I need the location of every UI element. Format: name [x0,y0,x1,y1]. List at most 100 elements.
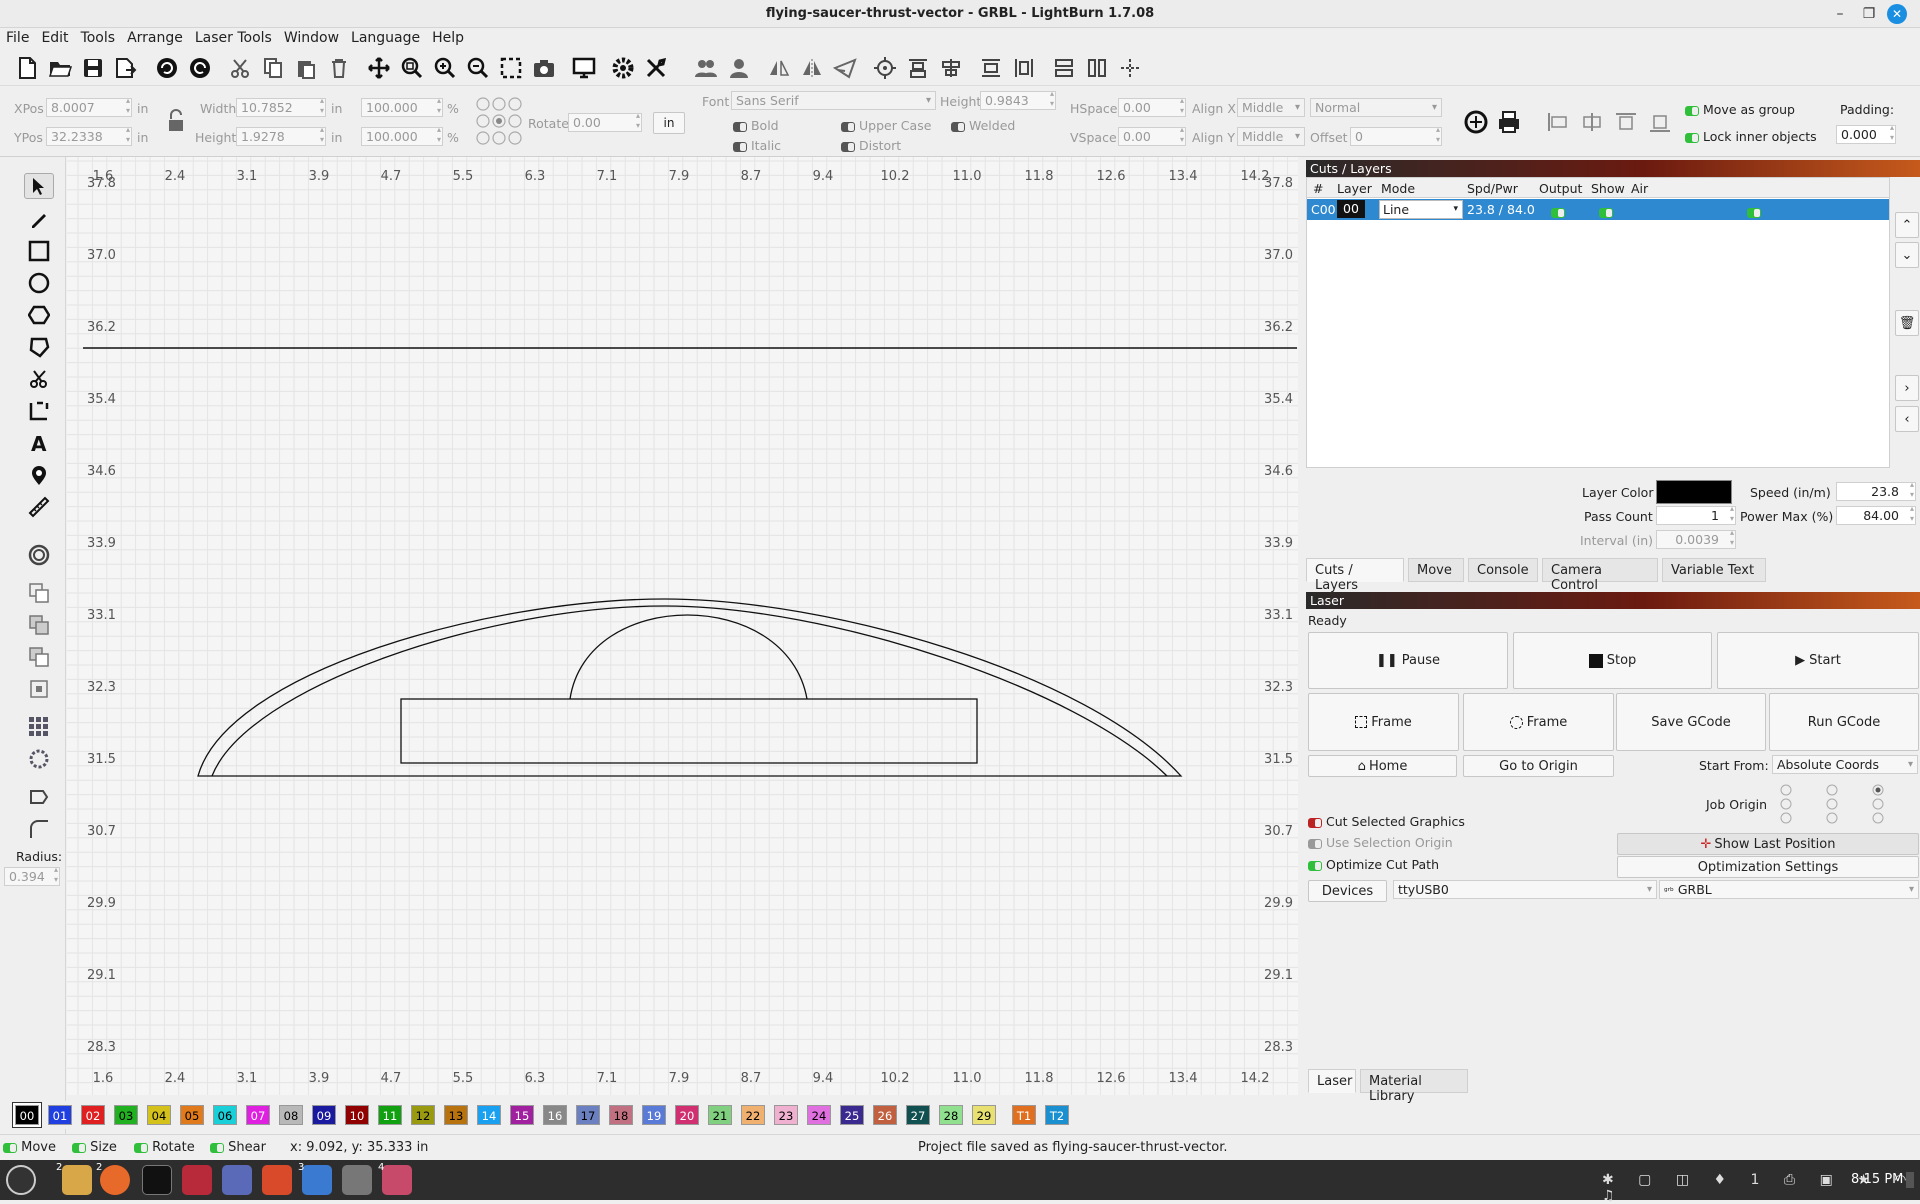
menu-laser-tools[interactable]: Laser Tools [189,28,278,46]
menu-tools[interactable]: Tools [75,28,122,46]
scale-width-input[interactable]: 100.000 [361,96,443,117]
draw-line-icon[interactable] [24,206,54,232]
palette-swatch-T1[interactable]: T1 [1012,1105,1036,1125]
mirror-icon[interactable] [798,54,826,82]
save-icon[interactable] [79,54,107,82]
copy-icon[interactable] [259,54,287,82]
palette-swatch-28[interactable]: 28 [939,1105,963,1125]
italic-toggle[interactable]: Italic [733,138,781,153]
align-bottom-icon[interactable] [1648,111,1672,136]
palette-swatch-01[interactable]: 01 [48,1105,72,1125]
port-select[interactable]: ttyUSB0 [1393,880,1657,899]
send-to-laser-icon[interactable] [831,54,859,82]
layer-delete-button[interactable]: 🗑 [1895,310,1919,336]
image-viewer-icon[interactable] [382,1165,412,1195]
offset-shapes-icon[interactable] [24,542,54,568]
distort-toggle[interactable]: Distort [841,138,901,153]
boolean-intersect-icon[interactable] [24,676,54,702]
welded-toggle[interactable]: Welded [951,118,1015,133]
stop-button[interactable]: Stop [1513,632,1712,689]
size-equal-height-icon[interactable] [1083,54,1111,82]
menu-file[interactable]: File [0,28,35,46]
ypos-input[interactable]: 32.2338 [46,125,132,146]
fillet-icon[interactable] [24,816,54,842]
reset-rotation-icon[interactable] [1463,109,1489,138]
vspace-input[interactable]: 0.00 [1118,125,1186,146]
palette-swatch-24[interactable]: 24 [807,1105,831,1125]
tab-console[interactable]: Console [1468,558,1538,582]
palette-swatch-23[interactable]: 23 [774,1105,798,1125]
row-mode-select[interactable]: Line ▾ [1379,200,1463,219]
pass-count-input[interactable]: 1 [1656,504,1736,525]
rectangle-tool-icon[interactable] [24,238,54,264]
align-center-icon[interactable] [937,54,965,82]
palette-swatch-18[interactable]: 18 [609,1105,633,1125]
layer-up-button[interactable]: ⌃ [1895,212,1919,238]
frame-circle-button[interactable]: Frame [1463,693,1614,751]
cuts-row[interactable]: C00 00 Line ▾ 23.8 / 84.0 [1307,199,1889,220]
palette-swatch-05[interactable]: 05 [180,1105,204,1125]
palette-swatch-25[interactable]: 25 [840,1105,864,1125]
menu-edit[interactable]: Edit [35,28,74,46]
palette-swatch-06[interactable]: 06 [213,1105,237,1125]
collapse-left-button[interactable]: ‹ [1895,406,1919,432]
start-from-select[interactable]: Absolute Coords [1772,755,1918,774]
palette-swatch-21[interactable]: 21 [708,1105,732,1125]
print-icon[interactable] [1496,109,1522,138]
ungroup-icon[interactable] [725,54,753,82]
uppercase-toggle[interactable]: Upper Case [841,118,931,133]
palette-swatch-00[interactable]: 00 [13,1103,41,1127]
go-to-origin-button[interactable]: Go to Origin [1463,755,1614,777]
import-icon[interactable] [153,54,181,82]
files-app-icon[interactable] [62,1165,92,1195]
xpos-input[interactable]: 8.0007 [46,96,132,117]
run-gcode-button[interactable]: Run GCode [1769,693,1919,751]
export-icon[interactable] [186,54,214,82]
distribute-h-icon[interactable] [977,54,1005,82]
maximize-button[interactable]: ❐ [1859,4,1879,24]
layer-down-button[interactable]: ⌄ [1895,242,1919,268]
tab-variable-text[interactable]: Variable Text [1662,558,1766,582]
radius-input[interactable]: 0.394 [4,865,60,886]
device-select[interactable]: ᵍʳᵇ GRBL [1659,880,1919,899]
bold-toggle[interactable]: Bold [733,118,779,133]
palette-swatch-08[interactable]: 08 [279,1105,303,1125]
firefox-icon[interactable] [100,1165,130,1195]
palette-swatch-16[interactable]: 16 [543,1105,567,1125]
screenshot-app-icon[interactable] [302,1165,332,1195]
size-equal-width-icon[interactable] [1050,54,1078,82]
frame-rect-button[interactable]: Frame [1308,693,1459,751]
interval-input[interactable]: 0.0039 [1656,528,1736,549]
palette-swatch-13[interactable]: 13 [444,1105,468,1125]
scale-height-input[interactable]: 100.000 [361,125,443,146]
settings-gear-icon[interactable] [609,54,637,82]
layer-color-swatch[interactable] [1656,480,1732,504]
paste-icon[interactable] [292,54,320,82]
use-selection-origin-toggle[interactable]: Use Selection Origin [1308,835,1453,850]
rotate-input[interactable]: 0.00 [568,111,642,132]
tools-wrench-icon[interactable] [642,54,670,82]
align-top-icon[interactable] [904,54,932,82]
anchor-grid[interactable] [475,96,523,149]
palette-swatch-26[interactable]: 26 [873,1105,897,1125]
start-button[interactable]: ▶ Start [1717,632,1919,689]
optimization-settings-button[interactable]: Optimization Settings [1617,856,1919,878]
flip-horizontal-icon[interactable] [765,54,793,82]
circular-array-icon[interactable] [24,746,54,772]
text-tool-icon[interactable]: A [24,430,54,456]
status-size-toggle[interactable]: Size [72,1140,117,1155]
palette-swatch-T2[interactable]: T2 [1045,1105,1069,1125]
tab-camera-control[interactable]: Camera Control [1542,558,1658,593]
unit-toggle-button[interactable]: in [653,112,685,134]
zoom-fit-icon[interactable] [398,54,426,82]
distribute-v-icon[interactable] [1010,54,1038,82]
tabs-tool-icon[interactable] [24,398,54,424]
mint-menu-icon[interactable] [6,1165,36,1195]
menu-language[interactable]: Language [345,28,426,46]
hspace-input[interactable]: 0.00 [1118,96,1186,117]
palette-swatch-12[interactable]: 12 [411,1105,435,1125]
lightburn-taskbar-icon[interactable] [182,1165,212,1195]
palette-swatch-29[interactable]: 29 [972,1105,996,1125]
weld-shapes-icon[interactable] [24,580,54,606]
menu-window[interactable]: Window [278,28,345,46]
